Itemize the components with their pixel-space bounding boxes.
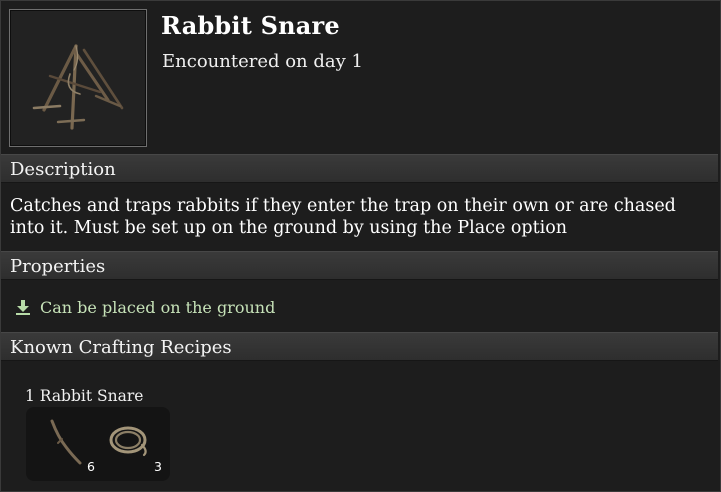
download-arrow-icon — [16, 300, 30, 315]
ingredient-rope-qty: 3 — [154, 459, 162, 474]
stick-icon — [50, 419, 82, 465]
property-placeable: Can be placed on the ground — [14, 296, 275, 318]
item-title: Rabbit Snare — [161, 11, 340, 40]
item-details-panel: Rabbit Snare Encountered on day 1 Descri… — [0, 0, 721, 492]
ingredient-stick[interactable] — [46, 417, 86, 471]
encountered-text: Encountered on day 1 — [162, 51, 363, 72]
description-text: Catches and traps rabbits if they enter … — [10, 196, 676, 238]
rabbit-snare-icon — [32, 44, 124, 130]
item-thumbnail — [9, 9, 147, 147]
description-header: Description — [1, 154, 718, 183]
recipe-title: 1 Rabbit Snare — [25, 387, 144, 405]
property-text: Can be placed on the ground — [40, 297, 276, 317]
properties-header: Properties — [1, 251, 718, 280]
ingredient-rope[interactable] — [106, 421, 152, 465]
recipes-header: Known Crafting Recipes — [1, 332, 718, 361]
rope-coil-icon — [109, 426, 147, 457]
recipe-ingredients[interactable]: 6 3 — [26, 407, 170, 481]
ingredient-stick-qty: 6 — [87, 459, 95, 474]
